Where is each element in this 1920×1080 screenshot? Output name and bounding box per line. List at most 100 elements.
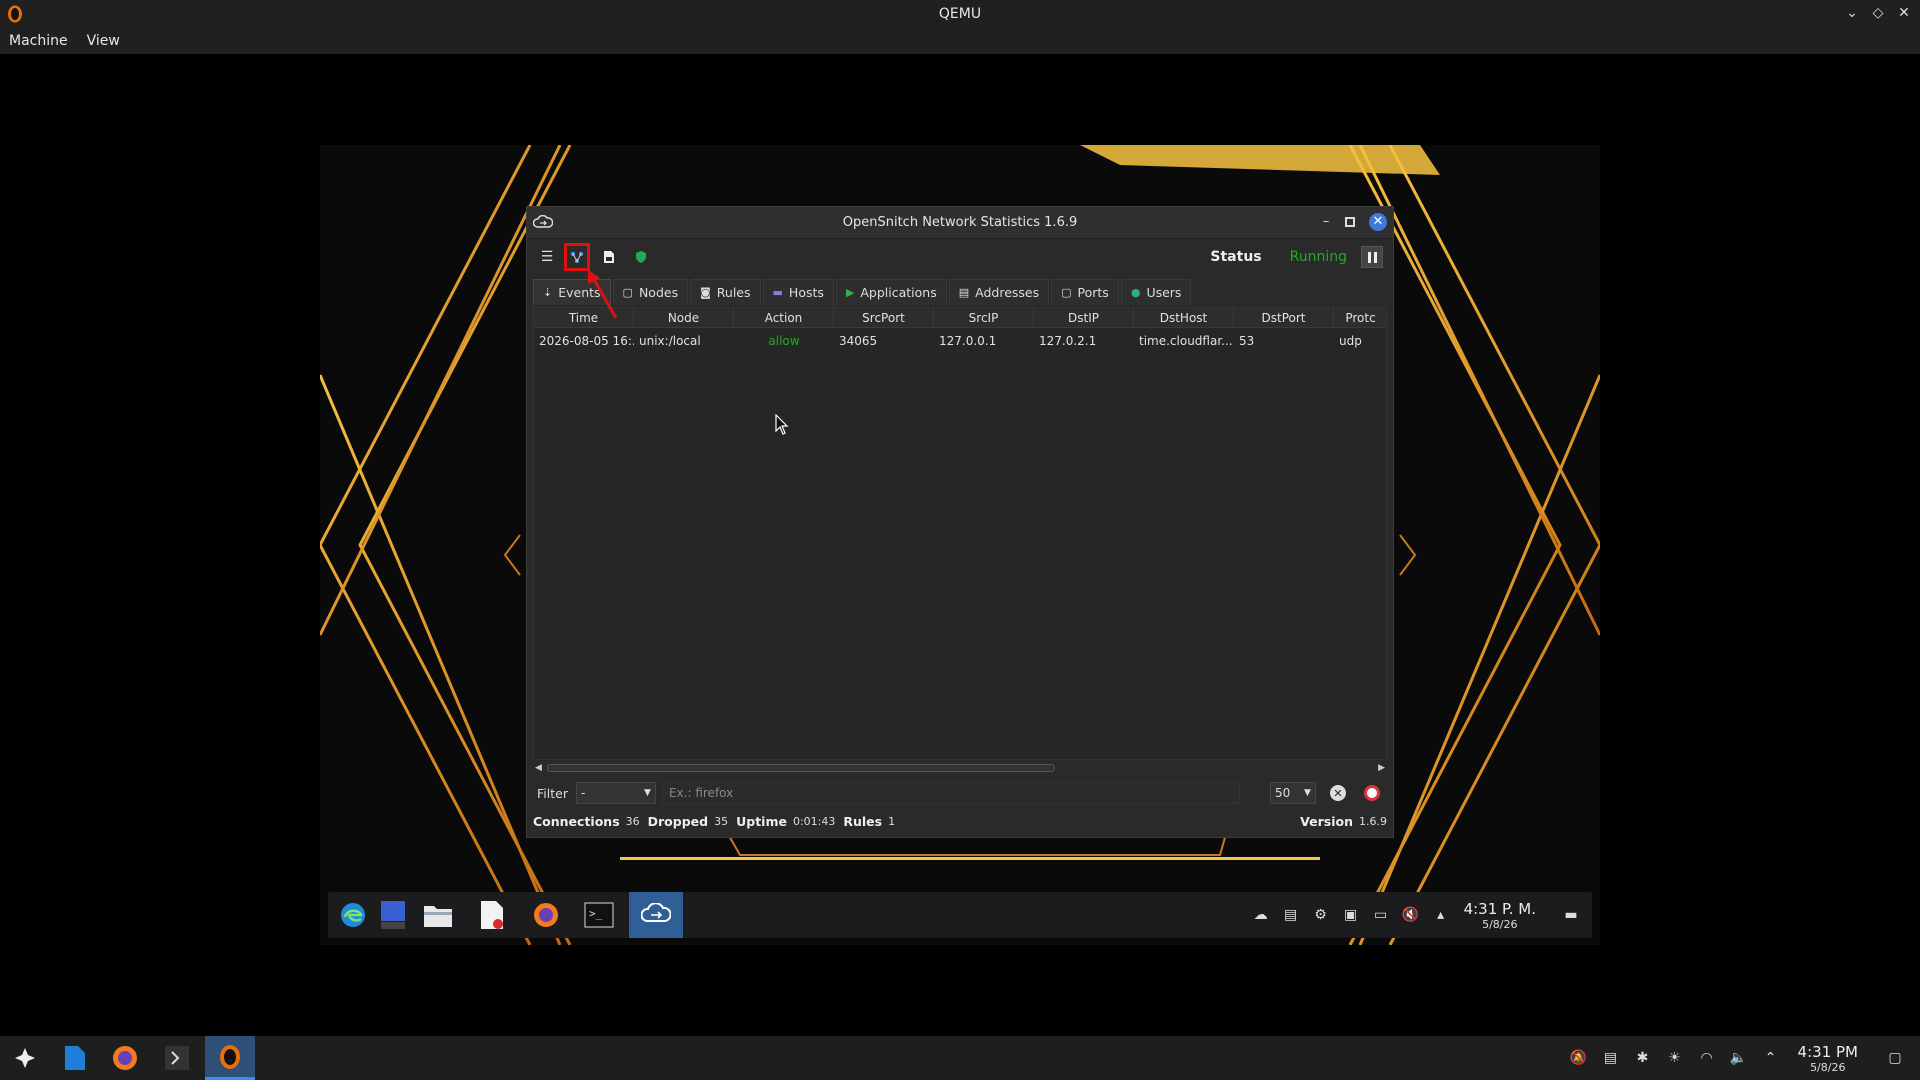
status-value: Running xyxy=(1289,249,1347,265)
terminal-icon[interactable] xyxy=(152,1036,202,1080)
nodes-graph-icon[interactable] xyxy=(564,243,590,271)
tab-addresses[interactable]: ▤ Addresses xyxy=(948,279,1050,305)
qemu-task-icon[interactable] xyxy=(205,1036,255,1080)
rules-icon: ◙ xyxy=(700,286,711,299)
opensnitch-titlebar: OpenSnitch Network Statistics 1.6.9 – ✕ xyxy=(527,207,1393,239)
bluetooth-icon[interactable]: ✱ xyxy=(1632,1047,1654,1069)
clipboard-icon[interactable]: ▤ xyxy=(1280,904,1302,926)
host-system-tray: 🔕 ▤ ✱ ☀ ◠ 🔈 ⌃ 4:31 PM 5/8/26 ▢ xyxy=(1568,1036,1906,1080)
filter-input[interactable]: Ex.: firefox xyxy=(661,782,1240,804)
clipboard-icon[interactable]: ▤ xyxy=(1600,1047,1622,1069)
save-icon[interactable] xyxy=(597,244,621,270)
tab-applications[interactable]: ▶ Applications xyxy=(835,279,947,305)
tab-ports[interactable]: ▢ Ports xyxy=(1051,279,1119,305)
app-launcher-icon[interactable] xyxy=(0,1036,50,1080)
volume-icon[interactable]: 🔈 xyxy=(1728,1047,1750,1069)
events-table[interactable]: Time Node Action SrcPort SrcIP DstIP Dst… xyxy=(533,307,1387,760)
cell-srcport: 34065 xyxy=(839,334,878,348)
maximize-icon[interactable] xyxy=(1345,217,1355,227)
guest-clock[interactable]: 4:31 P. M. 5/8/26 xyxy=(1464,900,1536,931)
pause-button[interactable] xyxy=(1361,246,1383,268)
menu-icon[interactable]: ☰ xyxy=(535,244,559,270)
text-editor-icon[interactable] xyxy=(477,900,507,930)
firefox-icon[interactable] xyxy=(531,900,561,930)
tray-expand-icon[interactable]: ▴ xyxy=(1430,904,1452,926)
column-header[interactable]: DstHost xyxy=(1134,308,1234,327)
cell-dstport: 53 xyxy=(1239,334,1255,348)
edge-browser-icon[interactable] xyxy=(338,900,368,930)
toolbar: ☰ Status Running xyxy=(527,239,1393,275)
connections-value: 36 xyxy=(625,814,640,828)
desktop-icon[interactable] xyxy=(378,900,408,930)
guest-taskbar: >_ ☁ ▤ ⚙ ▣ ▭ 🔇 ▴ 4:31 P. M. 5/8/26 ▬ xyxy=(328,892,1592,938)
tray-expand-icon[interactable]: ⌃ xyxy=(1760,1047,1782,1069)
cell-action: allow xyxy=(768,334,800,348)
rules-label: Rules xyxy=(843,813,883,829)
menu-view[interactable]: View xyxy=(78,33,130,49)
version-value: 1.6.9 xyxy=(1359,814,1387,828)
column-header[interactable]: Action xyxy=(734,308,834,327)
tab-label: Ports xyxy=(1077,285,1109,300)
column-header[interactable]: SrcPort xyxy=(834,308,934,327)
scroll-right-icon[interactable]: ▶ xyxy=(1378,763,1385,773)
cell-dstip: 127.0.2.1 xyxy=(1039,334,1097,348)
notifications-muted-icon[interactable]: 🔕 xyxy=(1568,1047,1590,1069)
column-header[interactable]: DstPort xyxy=(1234,308,1334,327)
limit-select[interactable]: 50 ▼ xyxy=(1269,782,1316,804)
host-clock-time: 4:31 PM xyxy=(1797,1042,1858,1061)
svg-text:>_: >_ xyxy=(589,907,603,920)
brightness-icon[interactable]: ☀ xyxy=(1664,1047,1686,1069)
table-row[interactable]: 2026-08-05 16:... unix:/local allow 3406… xyxy=(534,328,1386,354)
tab-rules[interactable]: ◙ Rules xyxy=(690,279,761,305)
column-header[interactable]: DstIP xyxy=(1034,308,1134,327)
close-icon[interactable]: ✕ xyxy=(1896,3,1912,23)
show-desktop-icon[interactable]: ▢ xyxy=(1884,1047,1906,1069)
qemu-logo-icon xyxy=(8,5,22,23)
delete-events-icon[interactable] xyxy=(1363,785,1380,801)
dropped-label: Dropped xyxy=(647,813,709,829)
cell-srcip: 127.0.0.1 xyxy=(939,334,997,348)
tab-users[interactable]: ● Users xyxy=(1120,279,1192,305)
tab-label: Hosts xyxy=(788,285,824,300)
show-desktop-icon[interactable]: ▬ xyxy=(1560,904,1582,926)
scrollbar-thumb[interactable] xyxy=(547,764,1055,772)
opensnitch-window-title: OpenSnitch Network Statistics 1.6.9 xyxy=(842,215,1078,230)
column-header[interactable]: SrcIP xyxy=(934,308,1034,327)
terminal-icon[interactable]: >_ xyxy=(584,900,614,930)
minimize-icon[interactable]: ⌄ xyxy=(1844,3,1860,23)
firewall-shield-icon[interactable] xyxy=(629,244,653,270)
column-header[interactable]: Protc xyxy=(1334,308,1386,327)
volume-muted-icon[interactable]: 🔇 xyxy=(1400,904,1422,926)
tab-label: Applications xyxy=(860,285,937,300)
dropped-value: 35 xyxy=(714,814,729,828)
opensnitch-task-icon[interactable] xyxy=(641,900,671,930)
wifi-icon[interactable]: ◠ xyxy=(1696,1047,1718,1069)
minimize-icon[interactable]: – xyxy=(1319,215,1333,229)
clear-filter-icon[interactable]: ✕ xyxy=(1329,785,1346,801)
limit-value: 50 xyxy=(1274,786,1291,800)
tab-nodes[interactable]: ▢ Nodes xyxy=(612,279,689,305)
filter-action-select[interactable]: - ▼ xyxy=(575,782,656,804)
table-header: Time Node Action SrcPort SrcIP DstIP Dst… xyxy=(534,308,1386,328)
opensnitch-tray-icon[interactable]: ☁ xyxy=(1250,904,1272,926)
column-header[interactable]: Node xyxy=(634,308,734,327)
settings-gear-icon[interactable]: ⚙ xyxy=(1310,904,1332,926)
tab-hosts[interactable]: ▬ Hosts xyxy=(762,279,834,305)
file-manager-icon[interactable] xyxy=(423,900,453,930)
maximize-icon[interactable]: ◇ xyxy=(1870,3,1886,23)
status-label: Status xyxy=(1210,249,1262,265)
ports-icon: ▢ xyxy=(1061,286,1072,299)
horizontal-scrollbar[interactable]: ◀ ▶ xyxy=(533,761,1387,775)
display-icon[interactable]: ▭ xyxy=(1370,904,1392,926)
file-manager-icon[interactable] xyxy=(50,1036,100,1080)
filter-placeholder: Ex.: firefox xyxy=(668,786,734,800)
host-clock[interactable]: 4:31 PM 5/8/26 xyxy=(1798,1043,1858,1074)
close-icon[interactable]: ✕ xyxy=(1369,213,1387,231)
guest-system-tray: ☁ ▤ ⚙ ▣ ▭ 🔇 ▴ 4:31 P. M. 5/8/26 ▬ xyxy=(1250,892,1582,938)
tab-label: Users xyxy=(1146,285,1182,300)
firefox-icon[interactable] xyxy=(100,1036,150,1080)
menu-machine[interactable]: Machine xyxy=(0,33,78,49)
chevron-down-icon: ▼ xyxy=(644,788,651,798)
storage-icon[interactable]: ▣ xyxy=(1340,904,1362,926)
scroll-left-icon[interactable]: ◀ xyxy=(535,763,542,773)
